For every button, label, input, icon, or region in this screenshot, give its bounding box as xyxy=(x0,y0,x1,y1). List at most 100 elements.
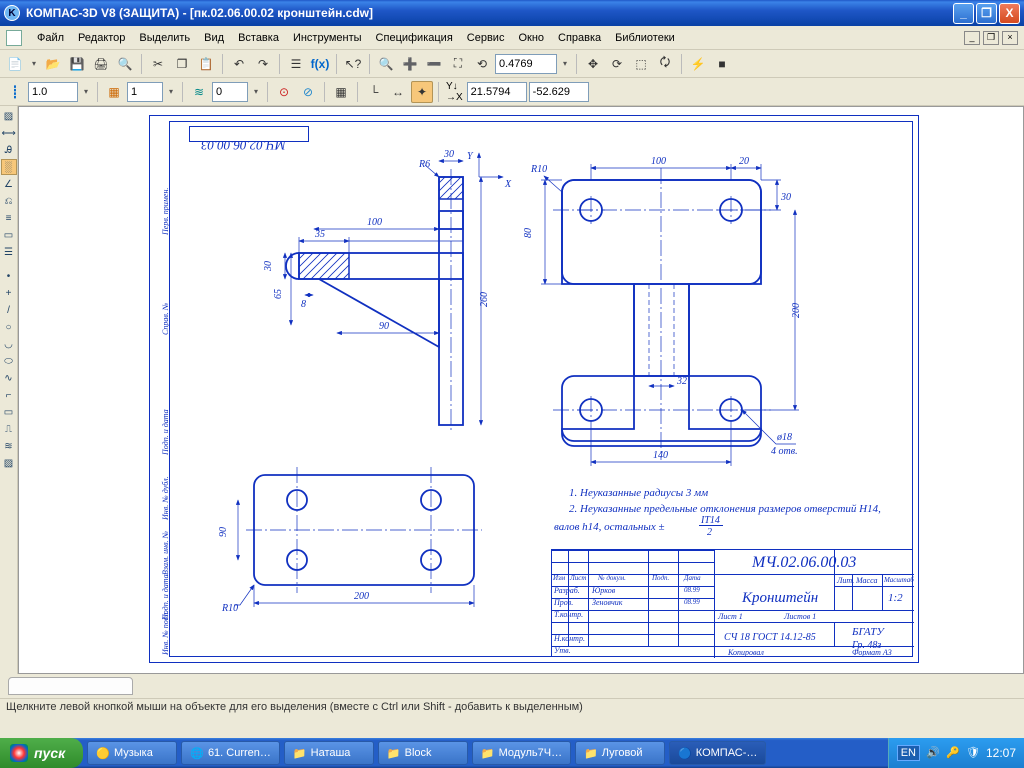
save-button[interactable]: 💾 xyxy=(66,53,88,75)
linewidth-input[interactable] xyxy=(28,82,78,102)
taskbar-item[interactable]: 🟡Музыка xyxy=(87,741,177,765)
note-2b: валов h14, остальных ± xyxy=(554,521,665,533)
grid-button[interactable]: ▦ xyxy=(330,81,352,103)
paste-button[interactable]: 📋 xyxy=(195,53,217,75)
tray-icon[interactable]: 🔊 xyxy=(926,746,940,760)
menu-help[interactable]: Справка xyxy=(551,30,608,46)
tool-ellipse-icon[interactable]: ⬭ xyxy=(1,353,17,369)
tool-seg-icon[interactable]: / xyxy=(1,302,17,318)
tool-spec-icon[interactable]: ☰ xyxy=(1,244,17,260)
start-button[interactable]: пуск xyxy=(0,738,83,768)
tool-select-icon[interactable]: ▭ xyxy=(1,227,17,243)
mdi-restore-button[interactable]: ❐ xyxy=(983,31,999,45)
zoom-prev-button[interactable]: ⟲ xyxy=(471,53,493,75)
coord-y-input[interactable] xyxy=(529,82,589,102)
tool-text-icon[interactable]: Ꭿ xyxy=(1,142,17,158)
copy-button[interactable]: ❐ xyxy=(171,53,193,75)
state-input[interactable] xyxy=(212,82,248,102)
tool-param-icon[interactable]: ⎌ xyxy=(1,193,17,209)
taskbar-item[interactable]: 📁Луговой xyxy=(575,741,665,765)
document-tab[interactable] xyxy=(8,677,133,695)
language-indicator[interactable]: EN xyxy=(897,745,920,761)
mdi-close-button[interactable]: × xyxy=(1002,31,1018,45)
zoom-window-button[interactable]: 🔍 xyxy=(375,53,397,75)
taskbar-item-active[interactable]: 🔵КОМПАС-… xyxy=(669,741,766,765)
windows-taskbar: пуск 🟡Музыка 🌐61. Curren… 📁Наташа 📁Block… xyxy=(0,738,1024,768)
undo-button[interactable]: ↶ xyxy=(228,53,250,75)
new-button[interactable]: 📄 xyxy=(4,53,26,75)
ortho-button[interactable]: └ xyxy=(363,81,385,103)
layer-button[interactable]: ▦ xyxy=(103,81,125,103)
tray-icon[interactable]: 🔑 xyxy=(946,746,960,760)
taskbar-item[interactable]: 📁Модуль7Ч… xyxy=(472,741,571,765)
menu-file[interactable]: Файл xyxy=(30,30,71,46)
system-tray: EN 🔊 🔑 🛡 12:07 xyxy=(888,738,1024,768)
redo-button[interactable]: ↷ xyxy=(252,53,274,75)
open-button[interactable]: 📂 xyxy=(42,53,64,75)
menu-view[interactable]: Вид xyxy=(197,30,231,46)
tool-hatch-icon[interactable]: ░ xyxy=(1,159,17,175)
local-cs-button[interactable]: ✦ xyxy=(411,81,433,103)
tool-point-icon[interactable]: • xyxy=(1,268,17,284)
minimize-button[interactable]: _ xyxy=(953,3,974,24)
svg-text:200: 200 xyxy=(791,303,802,318)
preview-button[interactable]: 🔍 xyxy=(114,53,136,75)
menu-tools[interactable]: Инструменты xyxy=(286,30,369,46)
snap-off-button[interactable]: ⊘ xyxy=(297,81,319,103)
menu-spec[interactable]: Спецификация xyxy=(369,30,460,46)
state-button[interactable]: ≋ xyxy=(188,81,210,103)
tool-gather-icon[interactable]: ⎍ xyxy=(1,421,17,437)
menu-libs[interactable]: Библиотеки xyxy=(608,30,682,46)
tool-rect-icon[interactable]: ▭ xyxy=(1,404,17,420)
coord-x-input[interactable] xyxy=(467,82,527,102)
pan-button[interactable]: ✥ xyxy=(582,53,604,75)
tool-edit-icon[interactable]: ∠ xyxy=(1,176,17,192)
close-button[interactable]: X xyxy=(999,3,1020,24)
tool-aux-icon[interactable]: + xyxy=(1,285,17,301)
tool-dim-icon[interactable]: ⟷ xyxy=(1,125,17,141)
print-button[interactable]: 🖨 xyxy=(90,53,112,75)
menu-insert[interactable]: Вставка xyxy=(231,30,286,46)
zoom-out-button[interactable]: ➖ xyxy=(423,53,445,75)
pointer-button[interactable]: ↖? xyxy=(342,53,364,75)
svg-text:80: 80 xyxy=(523,228,534,238)
vars-button[interactable]: f(x) xyxy=(309,53,331,75)
zoom-fit-button[interactable]: ⛶ xyxy=(447,53,469,75)
maximize-button[interactable]: ❐ xyxy=(976,3,997,24)
document-tabs xyxy=(0,674,1024,698)
rotate-button[interactable]: ⟳ xyxy=(606,53,628,75)
tool-chamfer-icon[interactable]: ⌐ xyxy=(1,387,17,403)
mdi-minimize-button[interactable]: _ xyxy=(964,31,980,45)
layer-input[interactable] xyxy=(127,82,163,102)
menu-select[interactable]: Выделить xyxy=(132,30,197,46)
style-button[interactable]: ┋ xyxy=(4,81,26,103)
clock[interactable]: 12:07 xyxy=(986,746,1016,760)
menu-window[interactable]: Окно xyxy=(511,30,551,46)
tool-arc-icon[interactable]: ◡ xyxy=(1,336,17,352)
orbit-button[interactable]: ⬚ xyxy=(630,53,652,75)
tray-icon[interactable]: 🛡 xyxy=(966,746,980,760)
tool-hatch2-icon[interactable]: ▨ xyxy=(1,455,17,471)
stop-button[interactable]: ■ xyxy=(711,53,733,75)
zoom-in-button[interactable]: ➕ xyxy=(399,53,421,75)
taskbar-item[interactable]: 📁Block xyxy=(378,741,468,765)
menu-editor[interactable]: Редактор xyxy=(71,30,132,46)
tool-circle-icon[interactable]: ○ xyxy=(1,319,17,335)
tool-measure-icon[interactable]: ≡ xyxy=(1,210,17,226)
refresh-button[interactable]: 🗘 xyxy=(654,53,676,75)
props-button[interactable]: ☰ xyxy=(285,53,307,75)
zoom-value-input[interactable] xyxy=(495,54,557,74)
measure-button[interactable]: ⚡ xyxy=(687,53,709,75)
snap-on-button[interactable]: ⊙ xyxy=(273,81,295,103)
tool-line-icon[interactable]: ▨ xyxy=(1,108,17,124)
title-block: Изм Лист № докум. Подп. Дата Разраб. Про… xyxy=(551,549,913,657)
round-button[interactable]: ↔ xyxy=(387,81,409,103)
tool-equid-icon[interactable]: ≋ xyxy=(1,438,17,454)
taskbar-item[interactable]: 📁Наташа xyxy=(284,741,374,765)
drawing-canvas[interactable]: Перв. примен. Справ. № Подп. и дата Инв.… xyxy=(18,106,1024,674)
menu-service[interactable]: Сервис xyxy=(460,30,512,46)
tool-spline-icon[interactable]: ∿ xyxy=(1,370,17,386)
window-title: КОМПАС-3D V8 (ЗАЩИТА) - [пк.02.06.00.02 … xyxy=(26,6,951,20)
taskbar-item[interactable]: 🌐61. Curren… xyxy=(181,741,280,765)
cut-button[interactable]: ✂ xyxy=(147,53,169,75)
